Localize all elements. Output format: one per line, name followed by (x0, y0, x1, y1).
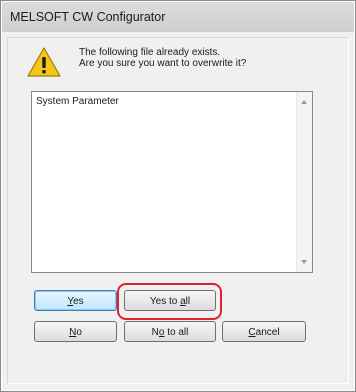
highlight-annotation (117, 283, 222, 320)
no-button[interactable]: No (34, 321, 117, 342)
no-to-all-button[interactable]: No to all (124, 321, 216, 342)
vertical-scrollbar[interactable] (296, 92, 312, 272)
scroll-up-arrow-icon[interactable] (301, 100, 307, 104)
message-line-1: The following file already exists. (79, 47, 221, 58)
cancel-button[interactable]: Cancel (222, 321, 306, 342)
title-bar[interactable]: MELSOFT CW Configurator (2, 2, 354, 32)
window-title: MELSOFT CW Configurator (10, 10, 166, 24)
scroll-down-arrow-icon[interactable] (301, 260, 307, 264)
yes-button[interactable]: Yes (34, 290, 117, 311)
message-line-2: Are you sure you want to overwrite it? (79, 58, 247, 69)
warning-icon (27, 47, 61, 77)
list-item[interactable]: System Parameter (36, 96, 119, 107)
file-listbox[interactable]: System Parameter (31, 91, 313, 273)
